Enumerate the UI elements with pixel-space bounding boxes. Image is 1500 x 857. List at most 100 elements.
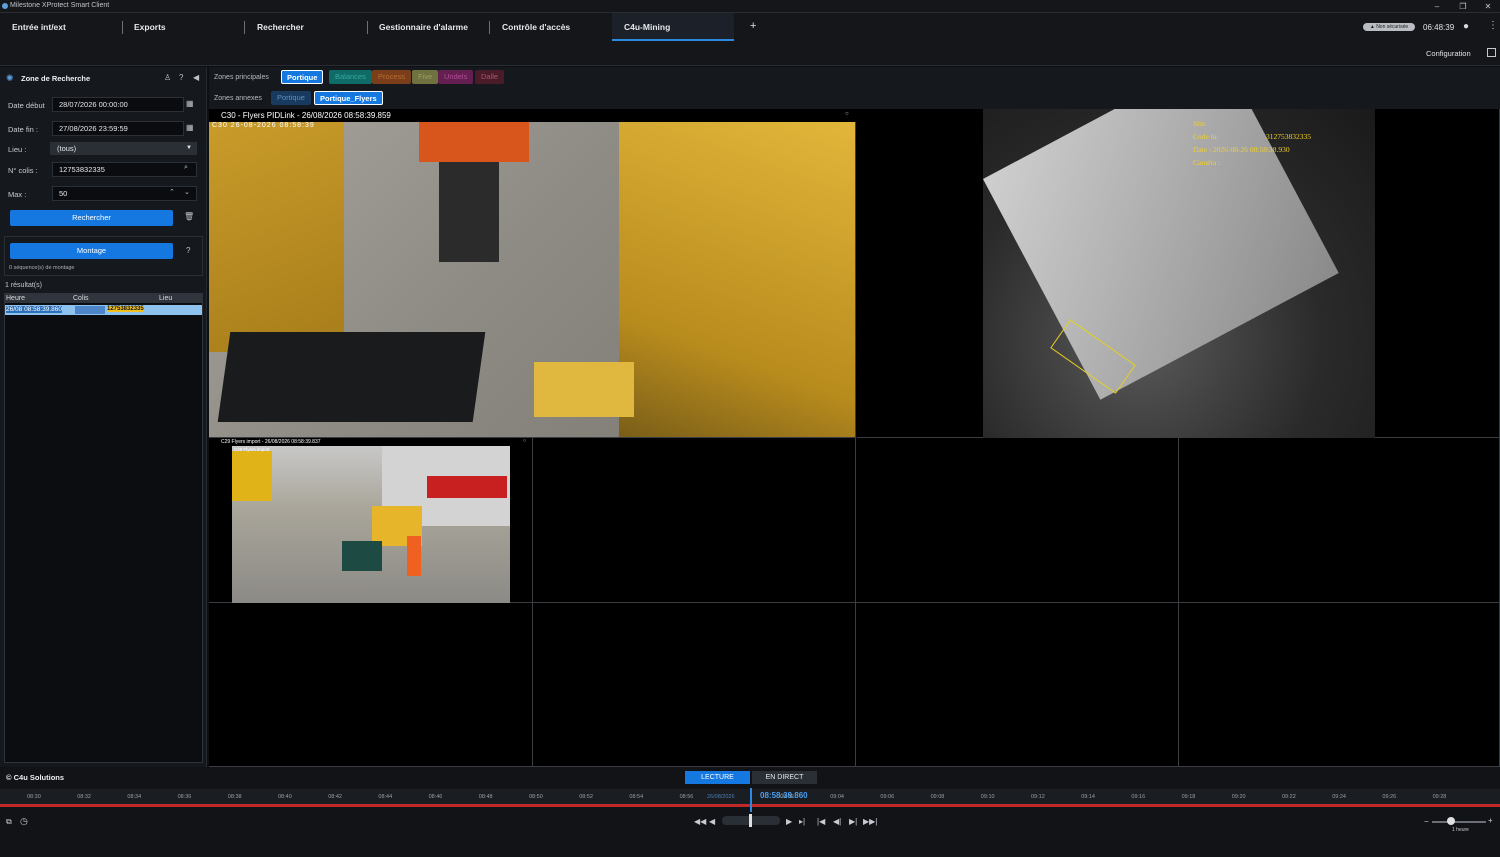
montage-button[interactable]: Montage — [10, 243, 173, 259]
tab-rechercher[interactable]: Rechercher — [245, 13, 367, 41]
timeline-tick: 08:46 — [428, 794, 443, 800]
zone-five[interactable]: Five — [412, 70, 439, 84]
floor-tray — [534, 362, 634, 417]
row-heure: 26/08 08:58:39.860 — [6, 306, 63, 313]
max-stepper[interactable]: 50 — [52, 186, 197, 201]
step-back-icon[interactable]: ◀ — [709, 817, 715, 826]
tab-controle-acces[interactable]: Contrôle d'accès — [490, 13, 612, 41]
zone-dalle[interactable]: Dalle — [475, 70, 505, 84]
zoom-out-icon[interactable]: − — [1424, 817, 1429, 826]
config-bar: Configuration — [0, 41, 1500, 66]
column-lieu[interactable]: Lieu — [159, 295, 172, 302]
keyboard-shelf — [217, 332, 486, 422]
first-frame-icon[interactable]: |◀ — [817, 817, 825, 826]
timeline-tick: 09:24 — [1332, 794, 1346, 800]
c29-overlay: C29 Flyers import — [234, 447, 270, 452]
last-frame-icon[interactable]: ▶▶| — [863, 817, 877, 826]
timeline-tick: 09:10 — [980, 794, 995, 800]
tab-exports[interactable]: Exports — [122, 13, 244, 41]
camera-tile-c30[interactable]: C30 - Flyers PIDLink - 26/08/2026 08:58:… — [209, 109, 856, 438]
user-icon[interactable]: ● — [1463, 21, 1469, 32]
tab-c4u-mining[interactable]: C4u-Mining — [612, 13, 734, 41]
search-icon[interactable]: ⌕ — [184, 164, 188, 172]
timeline-cursor[interactable] — [750, 788, 752, 812]
scanner-image: Site: Code lu: 312753832335 Date : 2026-… — [983, 109, 1375, 438]
zones-main-label: Zones principales — [214, 74, 269, 81]
prev-sequence-icon[interactable]: ◀◀ — [694, 817, 706, 826]
prev-frame-icon[interactable]: ◀| — [833, 817, 841, 826]
rechercher-button[interactable]: Rechercher — [10, 210, 173, 226]
timeline-tick: 09:26 — [1382, 794, 1397, 800]
minimize-button[interactable]: – — [1425, 1, 1449, 12]
montage-help-icon[interactable]: ? — [186, 246, 190, 255]
zone-balances[interactable]: Balances — [329, 70, 372, 84]
collapse-icon[interactable]: ◀ — [193, 73, 199, 82]
fullscreen-icon[interactable] — [1487, 48, 1496, 57]
column-heure[interactable]: Heure — [6, 295, 25, 302]
live-button[interactable]: EN DIRECT — [752, 771, 817, 784]
zoom-slider-handle[interactable] — [1447, 817, 1455, 825]
zone-annex-portique[interactable]: Portique — [271, 91, 311, 105]
results-table: Heure Colis Lieu 26/08 08:58:39.860 1275… — [4, 293, 203, 763]
camera-tile-empty[interactable] — [533, 603, 856, 767]
camera-overlay-text: C30 26-08-2026 08:58:39 — [212, 122, 315, 129]
table-row[interactable]: 26/08 08:58:39.860 12753832335 — [5, 305, 202, 315]
play-icon[interactable]: ▶ — [786, 817, 792, 826]
close-button[interactable]: ✕ — [1476, 1, 1500, 12]
dhl-container — [232, 451, 272, 501]
timeline-tick: 08:40 — [278, 794, 292, 800]
lieu-select[interactable]: (tous) ▼ — [50, 142, 197, 155]
camera-tile-empty[interactable] — [1179, 603, 1500, 767]
timeline-tick: 08:38 — [227, 794, 242, 800]
export-icon[interactable]: ⧉ — [6, 817, 12, 827]
timeline-tick: 08:36 — [177, 794, 192, 800]
add-tab-button[interactable]: + — [750, 20, 756, 32]
tab-alarmes[interactable]: Gestionnaire d'alarme — [367, 13, 489, 41]
clock-icon[interactable]: ◷ — [20, 816, 28, 827]
worker-legs — [439, 162, 499, 262]
zoom-label: 1 heure — [1452, 827, 1469, 833]
chevron-down-icon[interactable]: ⌄ — [184, 188, 190, 196]
lieu-label: Lieu : — [8, 145, 27, 154]
chevron-down-icon: ▼ — [186, 145, 192, 151]
camera-menu-icon[interactable]: ○ — [523, 438, 526, 444]
camera-menu-icon[interactable]: ○ — [845, 111, 849, 117]
zoom-slider[interactable] — [1432, 821, 1486, 823]
zone-process[interactable]: Process — [372, 70, 412, 84]
column-colis[interactable]: Colis — [73, 295, 89, 302]
help-icon[interactable]: ? — [179, 73, 183, 82]
camera-tile-scanner[interactable]: Site: Code lu: 312753832335 Date : 2026-… — [857, 109, 1500, 438]
trash-icon[interactable]: 🗑 — [184, 212, 194, 221]
zones-bar: Zones principales Portique Balances Proc… — [209, 67, 1500, 109]
camera-tile-empty[interactable] — [856, 438, 1179, 603]
zone-undels[interactable]: Undels — [438, 70, 474, 84]
step-forward-icon[interactable]: ▸| — [799, 817, 805, 826]
zoom-in-icon[interactable]: + — [1488, 816, 1493, 825]
more-menu-icon[interactable]: ⋮ — [1488, 20, 1498, 31]
chevron-up-icon[interactable]: ⌃ — [169, 188, 175, 196]
row-colis: 12753832335 — [107, 306, 144, 312]
lecture-button[interactable]: LECTURE — [685, 771, 750, 784]
speed-slider-handle[interactable] — [749, 814, 752, 827]
zone-portique[interactable]: Portique — [281, 70, 324, 84]
colis-input[interactable]: 12753832335 — [52, 162, 197, 177]
scanner-site: Site: — [1193, 119, 1207, 128]
next-frame-icon[interactable]: ▶| — [849, 817, 857, 826]
date-end-field[interactable]: 27/08/2026 23:59:59 — [52, 121, 184, 136]
scanner-camera: Caméra : — [1193, 158, 1221, 167]
zone-annex-portique-flyers[interactable]: Portique_Flyers — [314, 91, 383, 105]
pin-icon[interactable]: ♙ — [164, 73, 171, 82]
tab-entree[interactable]: Entrée int/ext — [0, 13, 122, 41]
date-start-field[interactable]: 28/07/2026 00:00:00 — [52, 97, 184, 112]
camera-tile-empty[interactable] — [209, 603, 533, 767]
configuration-button[interactable]: Configuration — [1426, 49, 1471, 58]
camera-tile-c29[interactable]: C29 Flyers import - 26/08/2026 08:58:39.… — [209, 438, 533, 603]
camera-tile-empty[interactable] — [533, 438, 856, 603]
calendar-icon[interactable]: ▦ — [186, 123, 194, 132]
title-bar: Milestone XProtect Smart Client – ❐ ✕ — [0, 0, 1500, 13]
restore-button[interactable]: ❐ — [1451, 1, 1475, 12]
calendar-icon[interactable]: ▦ — [186, 99, 194, 108]
timeline-tick: 08:44 — [378, 794, 393, 800]
camera-tile-empty[interactable] — [1179, 438, 1500, 603]
camera-tile-empty[interactable] — [856, 603, 1179, 767]
